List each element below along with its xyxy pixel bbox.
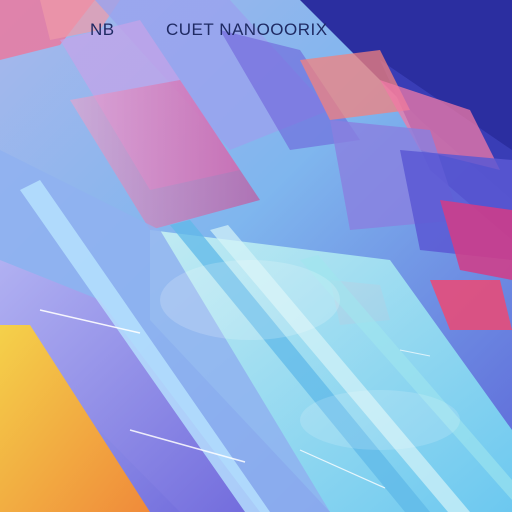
caption-right: CUET NANOOORIX: [166, 20, 328, 39]
caption-left: NB: [90, 20, 115, 39]
artwork-canvas: [0, 0, 512, 512]
abstract-artwork: NB CUET NANOOORIX: [0, 0, 512, 512]
